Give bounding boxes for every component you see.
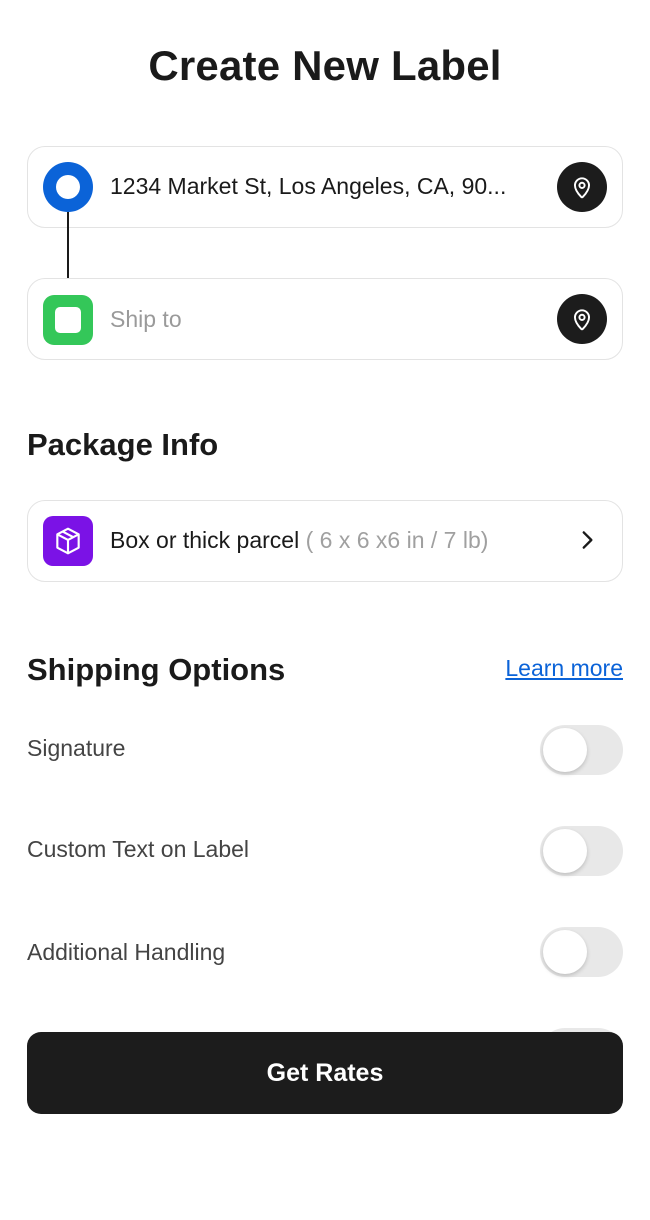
- origin-circle-icon: [43, 162, 93, 212]
- map-pin-icon: [573, 177, 591, 199]
- additional-handling-option-label: Additional Handling: [27, 939, 226, 965]
- chevron-right-icon: [582, 531, 593, 549]
- destination-map-pin-button[interactable]: [557, 294, 607, 344]
- custom-text-toggle[interactable]: [540, 826, 623, 876]
- package-info-heading: Package Info: [27, 427, 219, 462]
- signature-toggle[interactable]: [540, 725, 623, 775]
- additional-handling-toggle[interactable]: [540, 927, 623, 977]
- package-description: Box or thick parcel ( 6 x 6 x6 in / 7 lb…: [110, 501, 488, 580]
- package-box-icon: [43, 516, 93, 566]
- toggle-knob: [543, 829, 587, 873]
- get-rates-button[interactable]: Get Rates: [27, 1032, 623, 1114]
- shipping-options-heading: Shipping Options: [27, 652, 286, 687]
- custom-text-option-label: Custom Text on Label: [27, 836, 250, 862]
- origin-address-field[interactable]: 1234 Market St, Los Angeles, CA, 90...: [27, 146, 623, 228]
- package-selector[interactable]: Box or thick parcel ( 6 x 6 x6 in / 7 lb…: [27, 500, 623, 582]
- page-title: Create New Label: [148, 42, 502, 89]
- signature-option-label: Signature: [27, 735, 126, 761]
- ship-to-input[interactable]: [110, 299, 540, 339]
- learn-more-link[interactable]: Learn more: [505, 655, 623, 682]
- origin-map-pin-button[interactable]: [557, 162, 607, 212]
- toggle-knob: [543, 930, 587, 974]
- destination-square-icon: [43, 295, 93, 345]
- destination-address-field[interactable]: [27, 278, 623, 360]
- origin-address-text: 1234 Market St, Los Angeles, CA, 90...: [110, 173, 507, 199]
- package-dimensions: ( 6 x 6 x6 in / 7 lb): [299, 527, 489, 553]
- toggle-knob: [543, 728, 587, 772]
- package-name: Box or thick parcel: [110, 527, 300, 553]
- map-pin-icon: [573, 309, 591, 331]
